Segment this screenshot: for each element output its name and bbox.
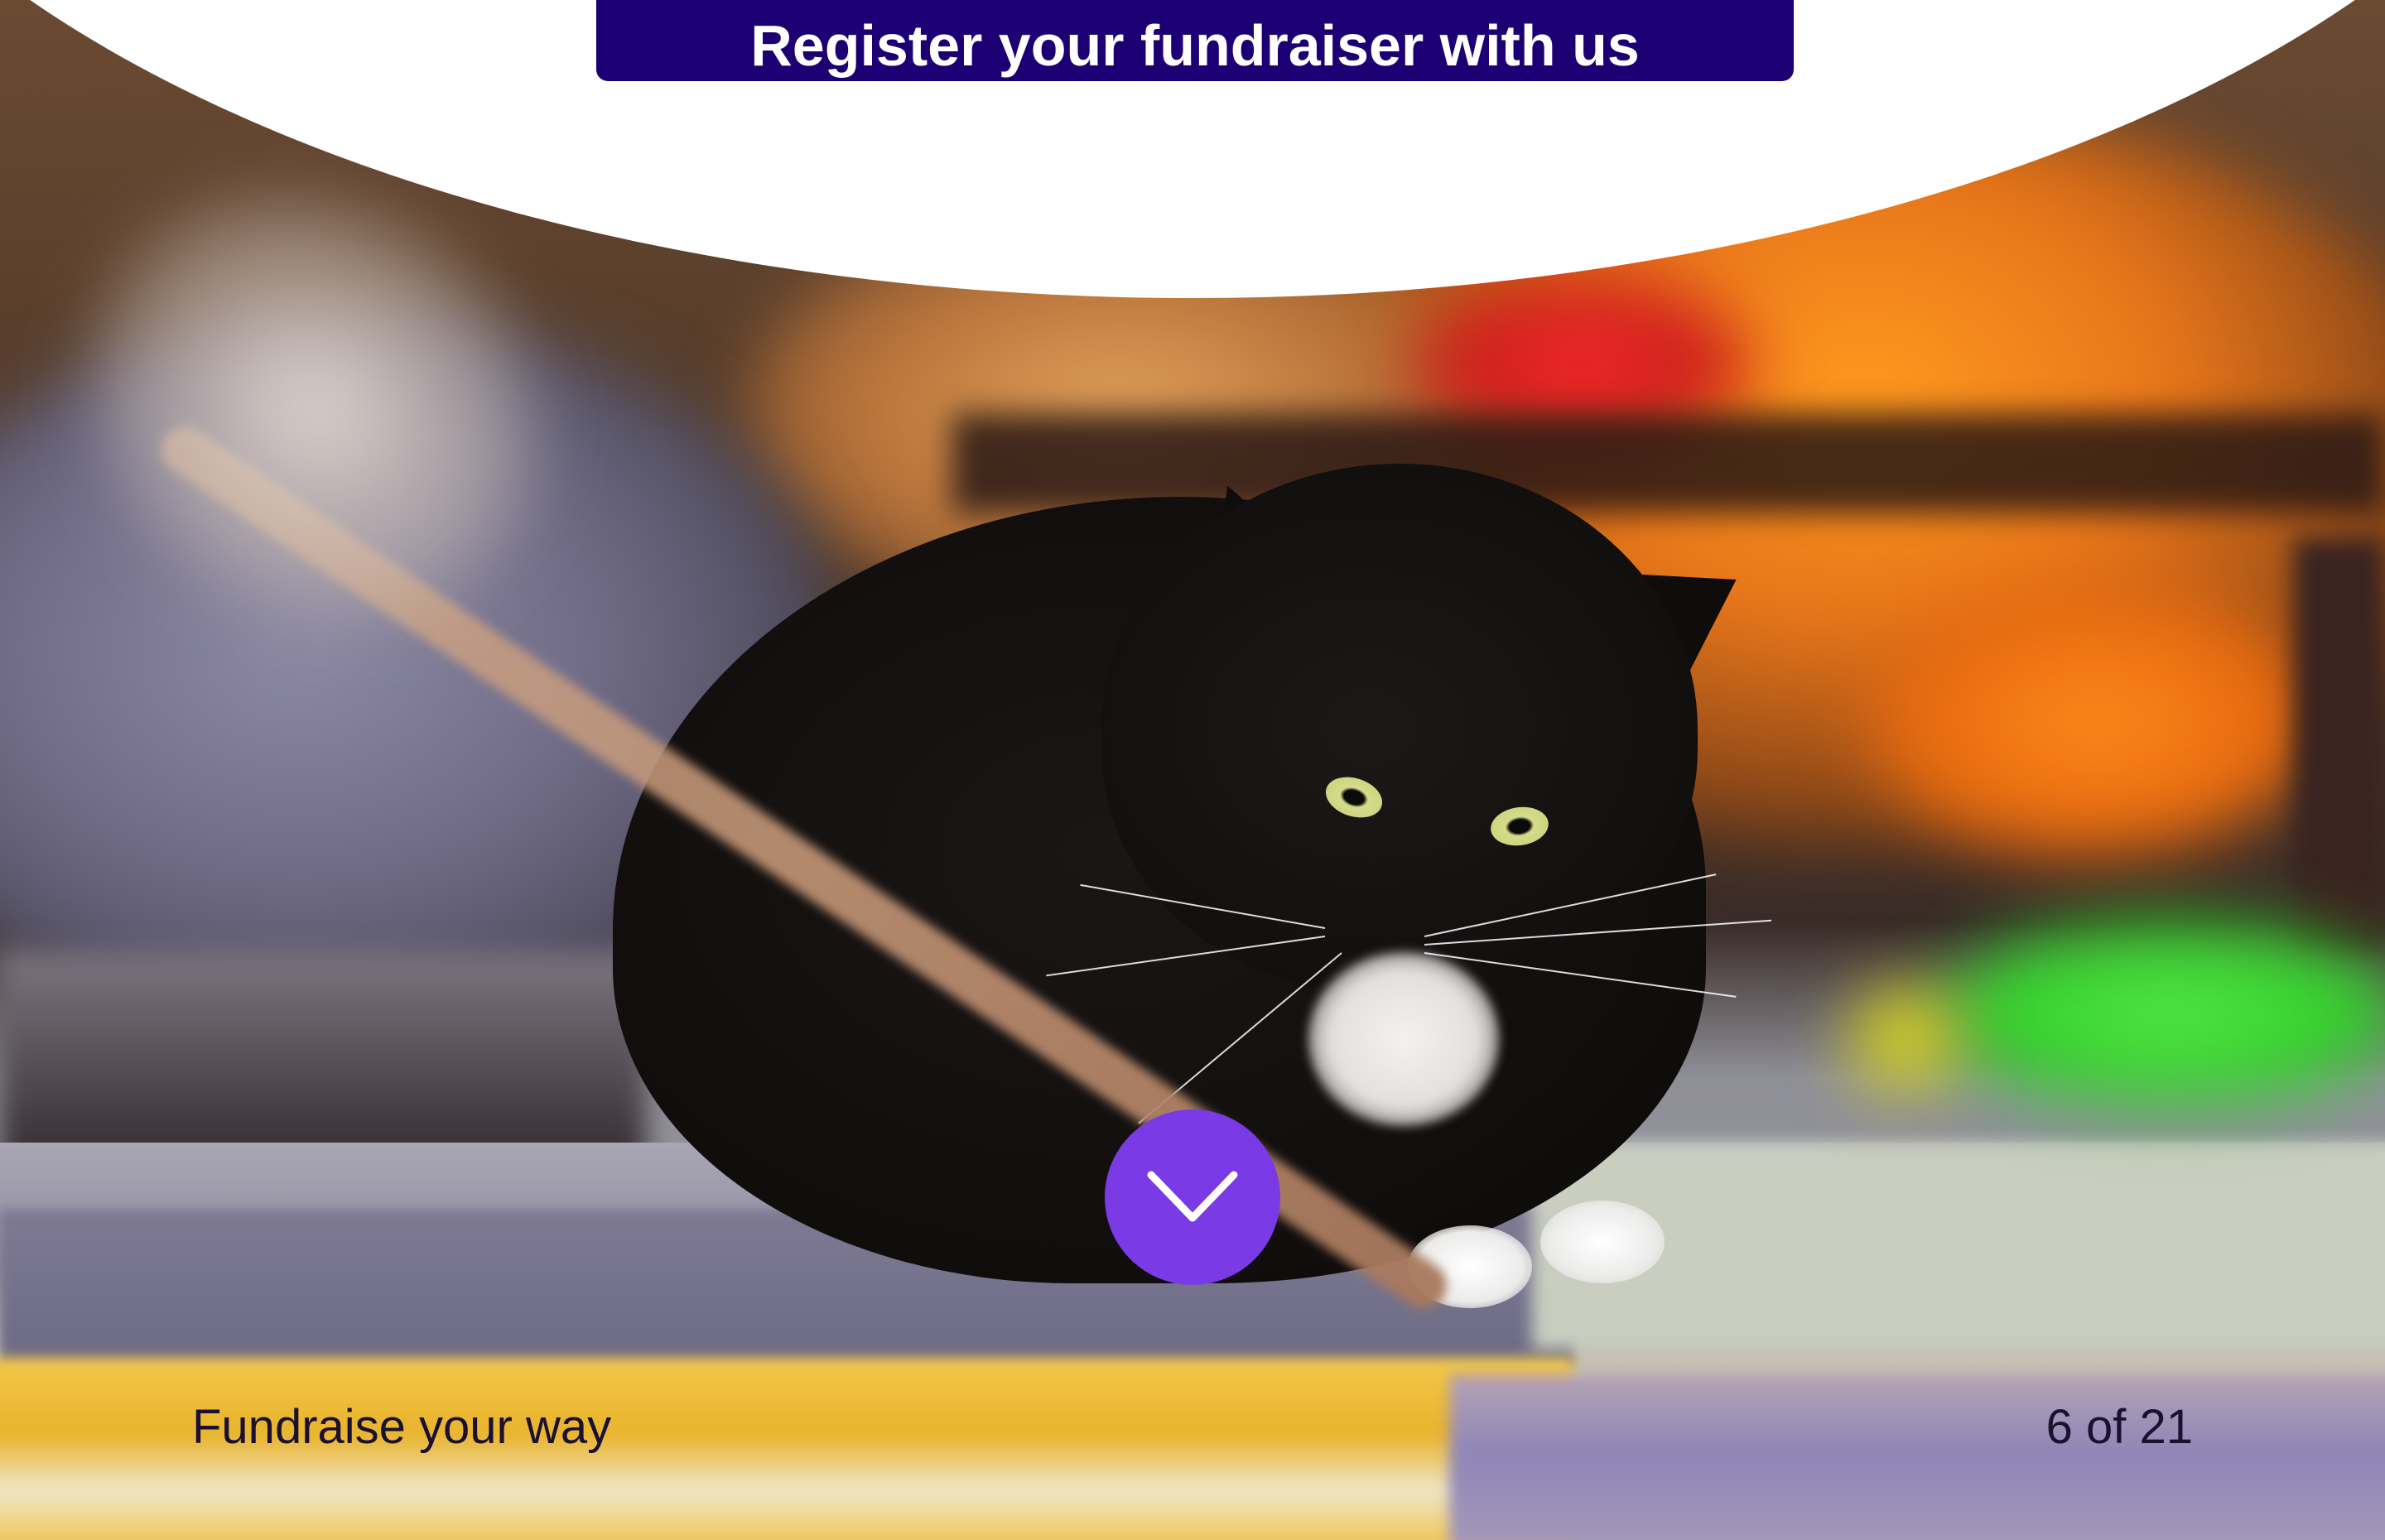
photo-furniture-leg xyxy=(2294,538,2385,952)
slide-counter: 6 of 21 xyxy=(2045,1400,2193,1454)
photo-carpet-purple-stripe xyxy=(1449,1374,2385,1540)
scroll-down-button[interactable] xyxy=(1105,1109,1280,1285)
register-fundraiser-label: Register your fundraiser with us xyxy=(750,13,1640,78)
photo-green-toy xyxy=(1930,919,2385,1109)
cat-head xyxy=(1101,464,1698,994)
photo-yellow-toy xyxy=(1847,985,1963,1093)
page: Register your fundraiser with us Fundrai… xyxy=(0,0,2385,1540)
slide-caption: Fundraise your way xyxy=(192,1400,612,1454)
cat-paw-right xyxy=(1540,1201,1665,1283)
register-fundraiser-button[interactable]: Register your fundraiser with us xyxy=(596,0,1794,81)
photo-orange-box xyxy=(1863,580,2327,861)
chevron-down-icon xyxy=(1147,1171,1238,1222)
cat-chest xyxy=(1308,952,1499,1126)
